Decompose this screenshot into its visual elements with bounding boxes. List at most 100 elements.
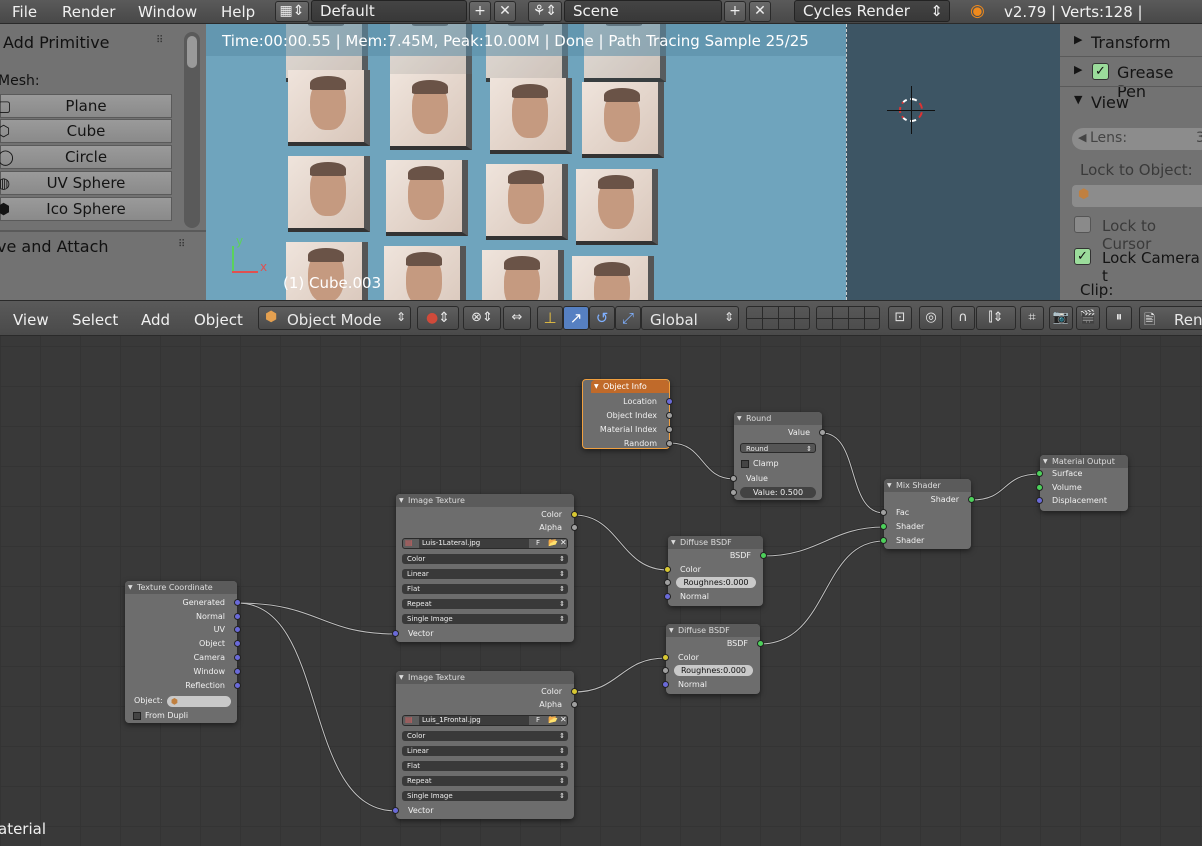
math-round-node[interactable]: Round Value Round Clamp Value Value: 0.5… — [730, 412, 826, 500]
node-title[interactable]: Material Output — [1040, 455, 1128, 468]
menu-view[interactable]: View — [13, 311, 49, 329]
menu-select[interactable]: Select — [72, 311, 118, 329]
node-title[interactable]: Image Texture — [396, 494, 574, 507]
socket[interactable] — [234, 654, 241, 661]
layers-grid-2[interactable] — [816, 306, 880, 330]
scene-select[interactable]: Scene — [564, 0, 722, 22]
close-scene-icon[interactable]: ✕ — [749, 1, 771, 22]
fake-user-toggle[interactable]: F — [536, 716, 540, 725]
image-texture-node[interactable]: Image Texture Color Alpha ▤ Luis-1Latera… — [392, 494, 578, 642]
source-select[interactable]: Single Image — [402, 791, 568, 801]
interpolation-select[interactable]: Linear — [402, 569, 568, 579]
close-layout-icon[interactable]: ✕ — [494, 1, 516, 22]
socket[interactable] — [234, 626, 241, 633]
socket[interactable] — [819, 429, 826, 436]
socket[interactable] — [666, 440, 673, 447]
socket[interactable] — [968, 496, 975, 503]
add-scene-icon[interactable]: + — [724, 1, 746, 22]
image-texture-node[interactable]: Image Texture Color Alpha ▤ Luis_1Fronta… — [392, 671, 578, 819]
node-editor-canvas[interactable]: Object Info Location Object Index Materi… — [0, 336, 1202, 846]
menu-add[interactable]: Add — [141, 311, 170, 329]
object-field[interactable]: ⬢ — [167, 696, 231, 707]
render-camera-icon[interactable]: 📷 — [1049, 306, 1073, 330]
layers-grid-1[interactable] — [746, 306, 810, 330]
grease-pencil-title[interactable]: Grease Pen — [1117, 63, 1202, 101]
add-ico-sphere-button[interactable]: ⬢ Ico Sphere — [0, 197, 172, 221]
socket[interactable] — [234, 640, 241, 647]
render-engine-select[interactable]: Cycles Render ⇕ — [794, 0, 950, 22]
socket[interactable] — [1036, 484, 1043, 491]
expand-icon[interactable]: ▶ — [1074, 63, 1082, 76]
collapse-icon[interactable]: ▼ — [1074, 93, 1082, 106]
source-select[interactable]: Single Image — [402, 614, 568, 624]
socket[interactable] — [880, 537, 887, 544]
snap-magnet-icon[interactable]: ∩ — [951, 306, 975, 330]
open-file-icon[interactable]: 📂 — [548, 715, 558, 724]
camera-passepartout[interactable] — [846, 24, 1060, 300]
socket[interactable] — [234, 682, 241, 689]
filename-box[interactable]: Luis_1Frontal.jpg — [419, 716, 529, 725]
scrollbar-thumb[interactable] — [187, 36, 197, 68]
socket[interactable] — [571, 701, 578, 708]
grease-pencil-checkbox[interactable]: ✓ — [1092, 63, 1109, 80]
extension-select[interactable]: Repeat — [402, 776, 568, 786]
operation-select[interactable]: Round — [740, 443, 816, 454]
socket[interactable] — [662, 667, 669, 674]
socket[interactable] — [880, 509, 887, 516]
socket[interactable] — [664, 593, 671, 600]
roughness-field[interactable]: Roughnes:0.000 — [674, 665, 753, 676]
socket[interactable] — [571, 511, 578, 518]
socket[interactable] — [234, 668, 241, 675]
from-dupli-checkbox[interactable] — [133, 712, 141, 720]
snap-element-icon[interactable]: ⫿⇕ — [976, 306, 1016, 330]
diffuse-bsdf-node[interactable]: Diffuse BSDF BSDF Color Roughnes:0.000 N… — [662, 624, 764, 694]
socket[interactable] — [1036, 497, 1043, 504]
scrollbar[interactable] — [184, 32, 200, 228]
pivot-button[interactable]: ⊗⇕ — [463, 306, 501, 330]
node-title[interactable]: Diffuse BSDF — [666, 624, 760, 637]
socket[interactable] — [757, 640, 764, 647]
translate-manipulator-icon[interactable]: ↗ — [563, 306, 589, 330]
layout-icon[interactable]: ▦⇕ — [275, 1, 309, 22]
node-title[interactable]: Image Texture — [396, 671, 574, 684]
pause-icon[interactable]: ⏸ — [1106, 306, 1132, 330]
material-output-node[interactable]: Material Output Surface Volume Displacem… — [1036, 455, 1128, 511]
socket[interactable] — [234, 613, 241, 620]
menu-object[interactable]: Object — [194, 311, 243, 329]
rotate-manipulator-icon[interactable]: ↺ — [589, 306, 615, 330]
socket[interactable] — [571, 688, 578, 695]
value-field[interactable]: Value: 0.500 — [740, 487, 816, 498]
roughness-field[interactable]: Roughnes:0.000 — [676, 577, 756, 588]
lens-field[interactable]: ◀ Lens: 3 — [1072, 128, 1202, 150]
lock-cursor-checkbox[interactable] — [1074, 216, 1091, 233]
scale-manipulator-icon[interactable]: ⤢ — [615, 306, 641, 330]
lock-layers-icon[interactable]: ⊡ — [888, 306, 912, 330]
socket[interactable] — [666, 426, 673, 433]
socket[interactable] — [666, 398, 673, 405]
transform-panel-title[interactable]: Transform — [1091, 33, 1171, 52]
3d-viewport[interactable]: Time:00:00.55 | Mem:7.45M, Peak:10.00M |… — [206, 24, 846, 300]
socket[interactable] — [392, 630, 399, 637]
menu-file[interactable]: File — [12, 3, 37, 21]
socket[interactable] — [730, 489, 737, 496]
close-icon[interactable]: ✕ — [560, 538, 567, 547]
lock-object-field[interactable]: ⬢ — [1072, 185, 1202, 207]
color-space-select[interactable]: Color — [402, 554, 568, 564]
mode-select[interactable]: ⬢ Object Mode ⇕ — [258, 306, 411, 330]
add-plane-button[interactable]: ▢ Plane — [0, 94, 172, 118]
interpolation-select[interactable]: Linear — [402, 746, 568, 756]
menu-help[interactable]: Help — [221, 3, 255, 21]
add-cube-button[interactable]: ⬡ Cube — [0, 119, 172, 143]
socket[interactable] — [880, 523, 887, 530]
node-title[interactable]: Diffuse BSDF — [668, 536, 763, 549]
socket[interactable] — [664, 579, 671, 586]
add-uv-sphere-button[interactable]: ◍ UV Sphere — [0, 171, 172, 195]
add-layout-icon[interactable]: + — [469, 1, 491, 22]
manipulator-toggle[interactable]: ⇔ — [503, 306, 531, 330]
socket[interactable] — [730, 475, 737, 482]
node-title[interactable]: Mix Shader — [884, 479, 971, 492]
projection-select[interactable]: Flat — [402, 584, 568, 594]
orientation-select[interactable]: Global ⇕ — [641, 306, 739, 330]
socket[interactable] — [666, 412, 673, 419]
mix-shader-node[interactable]: Mix Shader Shader Fac Shader Shader — [880, 479, 975, 549]
